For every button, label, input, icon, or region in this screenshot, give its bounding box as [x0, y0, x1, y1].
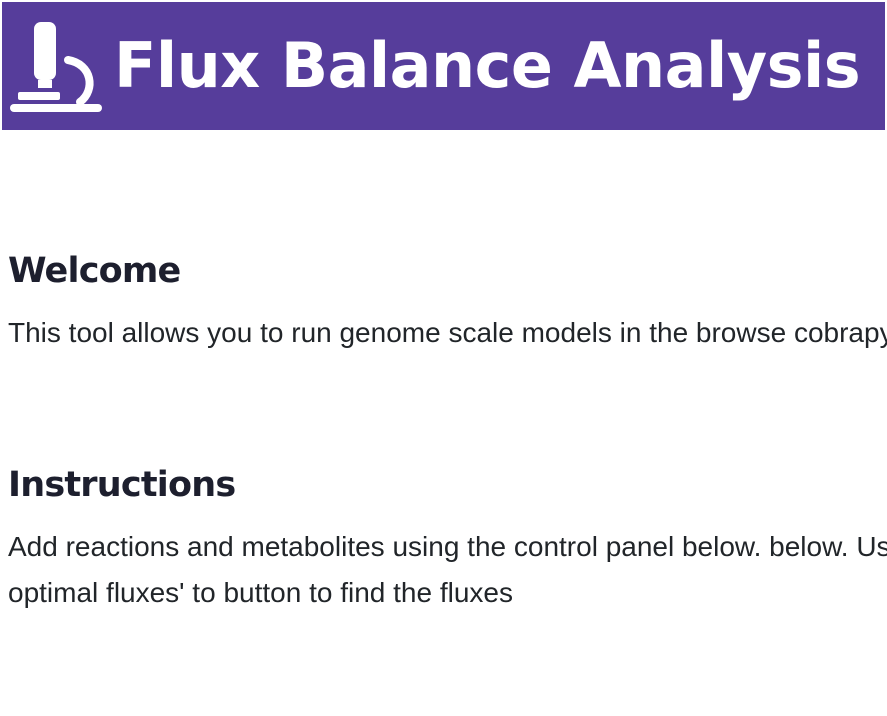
instructions-text: Add reactions and metabolites using the … — [8, 531, 887, 608]
main-content: Welcome This tool allows you to run geno… — [8, 130, 887, 716]
app-header: Flux Balance Analysis — [2, 2, 885, 130]
welcome-heading: Welcome — [8, 251, 181, 291]
welcome-text: This tool allows you to run genome scale… — [8, 317, 887, 348]
microscope-icon — [10, 22, 102, 112]
instructions-heading: Instructions — [8, 465, 236, 505]
app-title: Flux Balance Analysis — [114, 29, 861, 102]
